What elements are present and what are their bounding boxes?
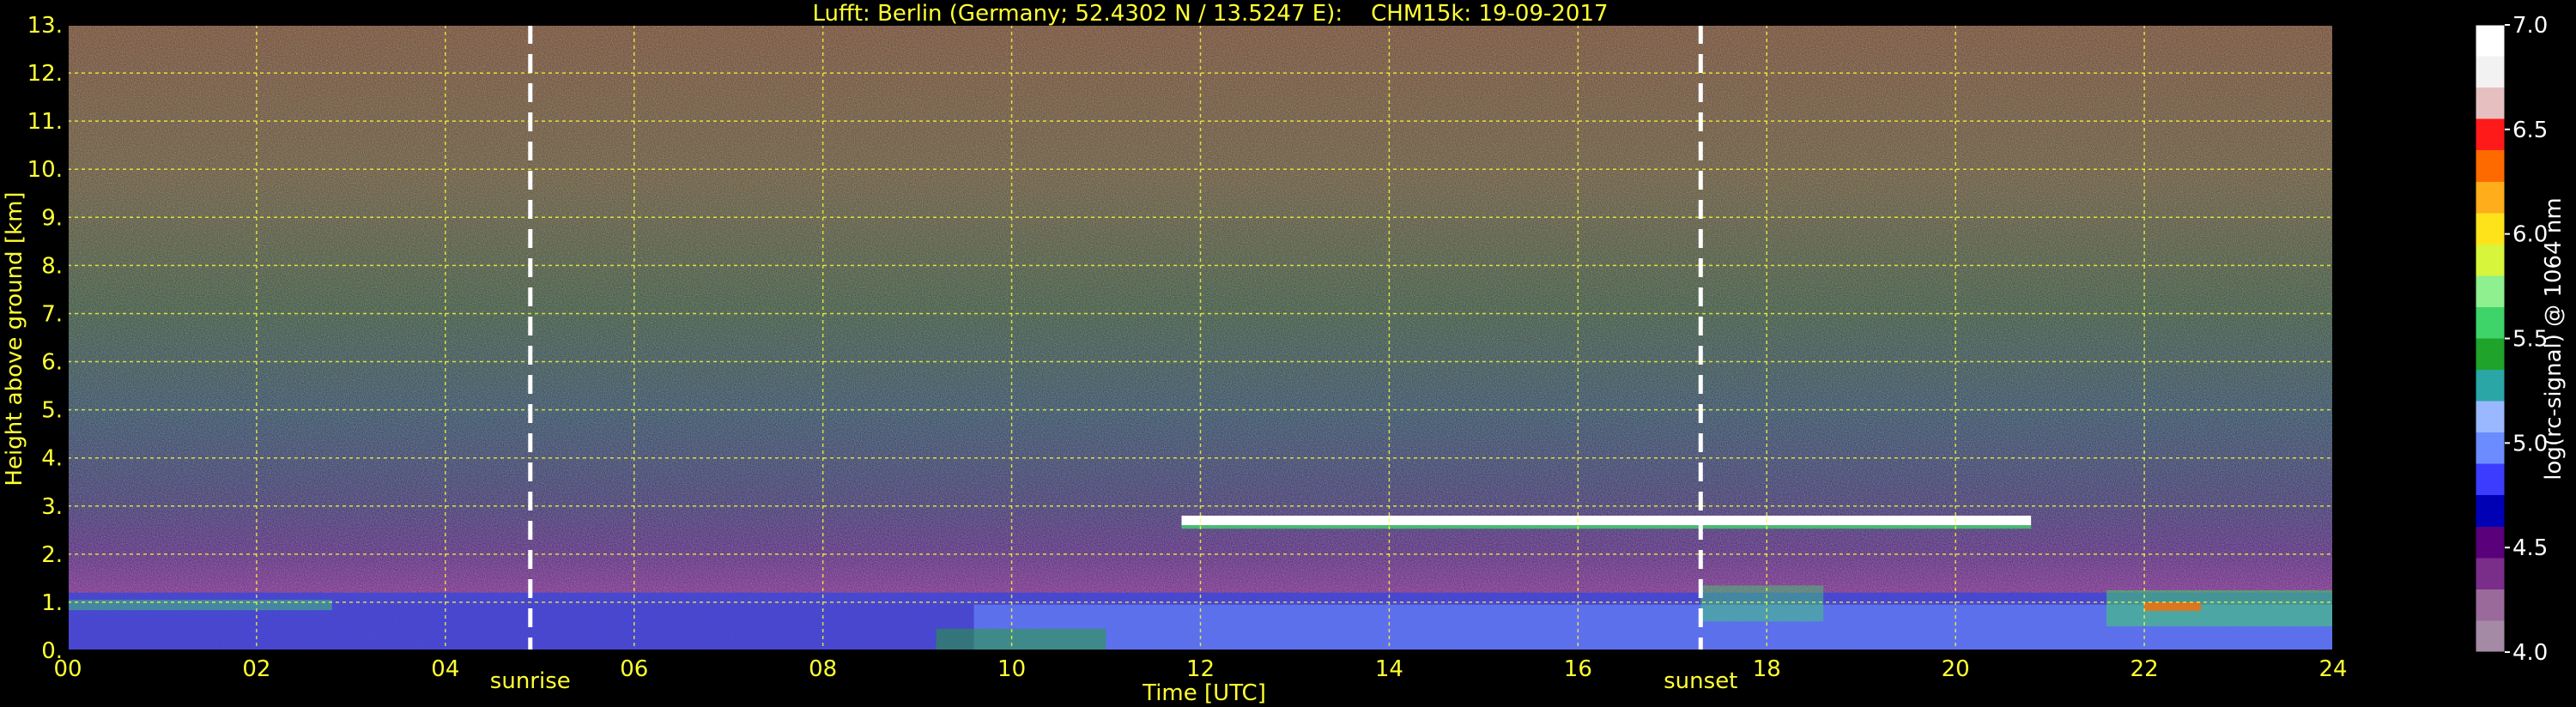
- x-tick-label: 22: [2131, 656, 2159, 682]
- sunset-label: sunset: [1664, 668, 1737, 694]
- x-tick-label: 24: [2318, 656, 2347, 682]
- y-tick-label: 12.: [27, 61, 63, 87]
- y-tick-label: 3.: [41, 494, 63, 520]
- boundary-layer-green: [936, 628, 1106, 650]
- x-tick-label: 08: [809, 656, 837, 682]
- plot-area: [67, 24, 2334, 651]
- y-tick-label: 5.: [41, 398, 63, 424]
- sunrise-label: sunrise: [490, 668, 571, 694]
- x-tick-label: 02: [242, 656, 270, 682]
- y-tick-label: 2.: [41, 542, 63, 568]
- x-tick-label: 12: [1186, 656, 1215, 682]
- x-tick-label: 04: [431, 656, 459, 682]
- y-tick-label: 13.: [27, 13, 63, 39]
- y-tick-label: 1.: [41, 590, 63, 616]
- x-tick-label: 14: [1375, 656, 1403, 682]
- colorbar-tick-label: 4.5: [2512, 535, 2548, 561]
- x-tick-label: 06: [620, 656, 648, 682]
- y-axis-label: Height above ground [km]: [2, 191, 27, 486]
- boundary-layer-evening: [1700, 585, 1824, 622]
- x-axis-ticks: 00 02 04 06 08 10 12 14 16 18 20 22 24: [53, 656, 2347, 682]
- x-tick-label: 16: [1564, 656, 1592, 682]
- ceilometer-chart: 0.1.2.3.4.5.6.7.8.9.10.11.12.13. 00 02 04 0…: [2, 1, 2567, 706]
- colorbar: 4.04.55.05.56.06.57.0 log(rc-signal) @ 1…: [2475, 13, 2567, 666]
- y-axis-ticks: 0.1.2.3.4.5.6.7.8.9.10.11.12.13.: [27, 13, 63, 664]
- y-tick-label: 10.: [27, 157, 63, 183]
- y-tick-label: 9.: [41, 205, 63, 231]
- boundary-layer-top-left: [68, 600, 332, 611]
- y-tick-label: 7.: [41, 301, 63, 327]
- colorbar-tick-label: 7.0: [2512, 13, 2548, 39]
- y-tick-label: 4.: [41, 446, 63, 472]
- boundary-layer-night: [2106, 589, 2333, 626]
- cloud-layer: [1181, 515, 2032, 526]
- colorbar-label: log(rc-signal) @ 1064 nm: [2541, 197, 2567, 480]
- colorbar-tick-label: 6.5: [2512, 118, 2548, 143]
- x-axis-label: Time [UTC]: [1142, 680, 1266, 706]
- sun-labels: sunrise sunset: [490, 668, 1738, 694]
- boundary-layer-hotspot: [2144, 601, 2202, 611]
- colorbar-gradient: [2475, 24, 2506, 653]
- y-tick-label: 8.: [41, 253, 63, 279]
- colorbar-tick-label: 4.0: [2512, 640, 2548, 666]
- y-tick-label: 6.: [41, 350, 63, 376]
- cloud-layer-edge: [1181, 525, 2032, 529]
- x-tick-label: 00: [53, 656, 82, 682]
- y-tick-label: 11.: [27, 109, 63, 135]
- x-tick-label: 10: [997, 656, 1026, 682]
- x-tick-label: 20: [1942, 656, 1970, 682]
- chart-title: Lufft: Berlin (Germany; 52.4302 N / 13.5…: [812, 1, 1608, 27]
- x-tick-label: 18: [1753, 656, 1781, 682]
